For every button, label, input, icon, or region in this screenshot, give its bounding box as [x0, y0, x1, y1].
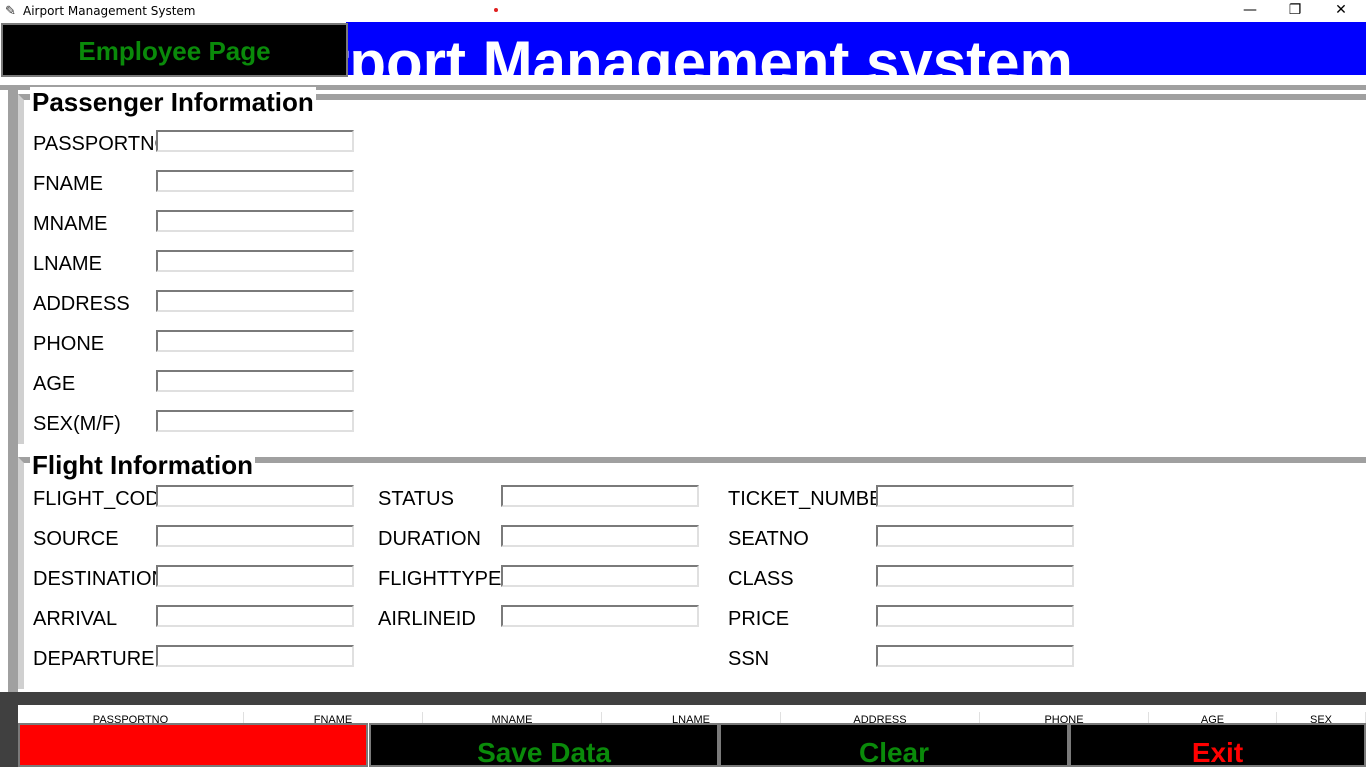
- clear-button[interactable]: Clear: [719, 723, 1069, 767]
- flight-field-label: FLIGHTTYPE: [378, 568, 502, 590]
- app-banner: Airport Management system: [346, 22, 1366, 75]
- flight-field-label: FLIGHT_CODE: [33, 488, 157, 510]
- flight-field-label: STATUS: [378, 488, 454, 510]
- flight-field-input[interactable]: [156, 565, 354, 587]
- banner-title: Airport Management system: [346, 29, 1073, 75]
- flight-field-input[interactable]: [156, 525, 354, 547]
- passenger-field-label: LNAME: [33, 253, 102, 275]
- flight-field-input[interactable]: [156, 645, 354, 667]
- close-button[interactable]: ✕: [1318, 0, 1364, 22]
- flight-field-label: PRICE: [728, 608, 790, 630]
- flight-field-label: CLASS: [728, 568, 794, 590]
- header-bar: Airport Management system Employee Page: [0, 22, 1366, 77]
- main-form-frame: Passenger Information PASSPORTNO FNAME MNA…: [0, 77, 1366, 692]
- passenger-field-input[interactable]: [156, 210, 354, 232]
- flight-field-input[interactable]: [876, 565, 1074, 587]
- passenger-field-input[interactable]: [156, 370, 354, 392]
- exit-button[interactable]: Exit: [1069, 723, 1366, 767]
- flight-field-input[interactable]: [501, 565, 699, 587]
- frame-left-border: [8, 85, 18, 692]
- minimize-button[interactable]: —: [1227, 0, 1273, 22]
- passenger-group-title: Passenger Information: [30, 87, 316, 117]
- flight-field-input[interactable]: [501, 525, 699, 547]
- restore-button[interactable]: ❐: [1272, 0, 1318, 22]
- flight-field-label: ARRIVAL: [33, 608, 118, 630]
- flight-field-input[interactable]: [501, 605, 699, 627]
- flight-field-input[interactable]: [876, 605, 1074, 627]
- passenger-field-input[interactable]: [156, 250, 354, 272]
- flight-field-label: DESTINATION: [33, 568, 157, 590]
- passenger-field-label: AGE: [33, 373, 76, 395]
- flight-field-input[interactable]: [156, 485, 354, 507]
- passenger-field-label: PASSPORTNO: [33, 133, 157, 155]
- red-dot-marker: [494, 8, 498, 12]
- passenger-field-label: ADDRESS: [33, 293, 130, 315]
- flight-field-input[interactable]: [501, 485, 699, 507]
- passenger-field-input[interactable]: [156, 330, 354, 352]
- feather-icon: ✎: [5, 3, 16, 18]
- passenger-field-input[interactable]: [156, 290, 354, 312]
- flight-field-label: SEATNO: [728, 528, 809, 550]
- flight-field-input[interactable]: [876, 645, 1074, 667]
- employee-page-button[interactable]: Employee Page: [1, 23, 348, 77]
- flight-field-input[interactable]: [876, 485, 1074, 507]
- red-action-button[interactable]: [18, 723, 368, 767]
- flight-field-label: DEPARTURE: [33, 648, 155, 670]
- flight-field-label: SOURCE: [33, 528, 119, 550]
- save-data-button[interactable]: Save Data: [369, 723, 719, 767]
- passenger-field-label: FNAME: [33, 173, 103, 195]
- passenger-field-input[interactable]: [156, 410, 354, 432]
- flight-field-input[interactable]: [156, 605, 354, 627]
- passenger-field-label: PHONE: [33, 333, 105, 355]
- passenger-field-input[interactable]: [156, 130, 354, 152]
- passenger-field-input[interactable]: [156, 170, 354, 192]
- window-titlebar: ✎ Airport Management System — ❐ ✕: [0, 0, 1366, 22]
- window-title: Airport Management System: [23, 4, 196, 18]
- flight-info-group: Flight Information FLIGHT_CODE SOURCE DEST…: [18, 450, 1366, 689]
- passenger-field-label: MNAME: [33, 213, 108, 235]
- flight-field-label: TICKET_NUMBER: [728, 488, 876, 510]
- flight-group-title: Flight Information: [30, 450, 255, 480]
- flight-field-input[interactable]: [876, 525, 1074, 547]
- flight-field-label: DURATION: [378, 528, 481, 550]
- passenger-info-group: Passenger Information PASSPORTNO FNAME MNA…: [18, 87, 1366, 444]
- flight-field-label: AIRLINEID: [378, 608, 476, 630]
- flight-field-label: SSN: [728, 648, 770, 670]
- passenger-field-label: SEX(M/F): [33, 413, 121, 435]
